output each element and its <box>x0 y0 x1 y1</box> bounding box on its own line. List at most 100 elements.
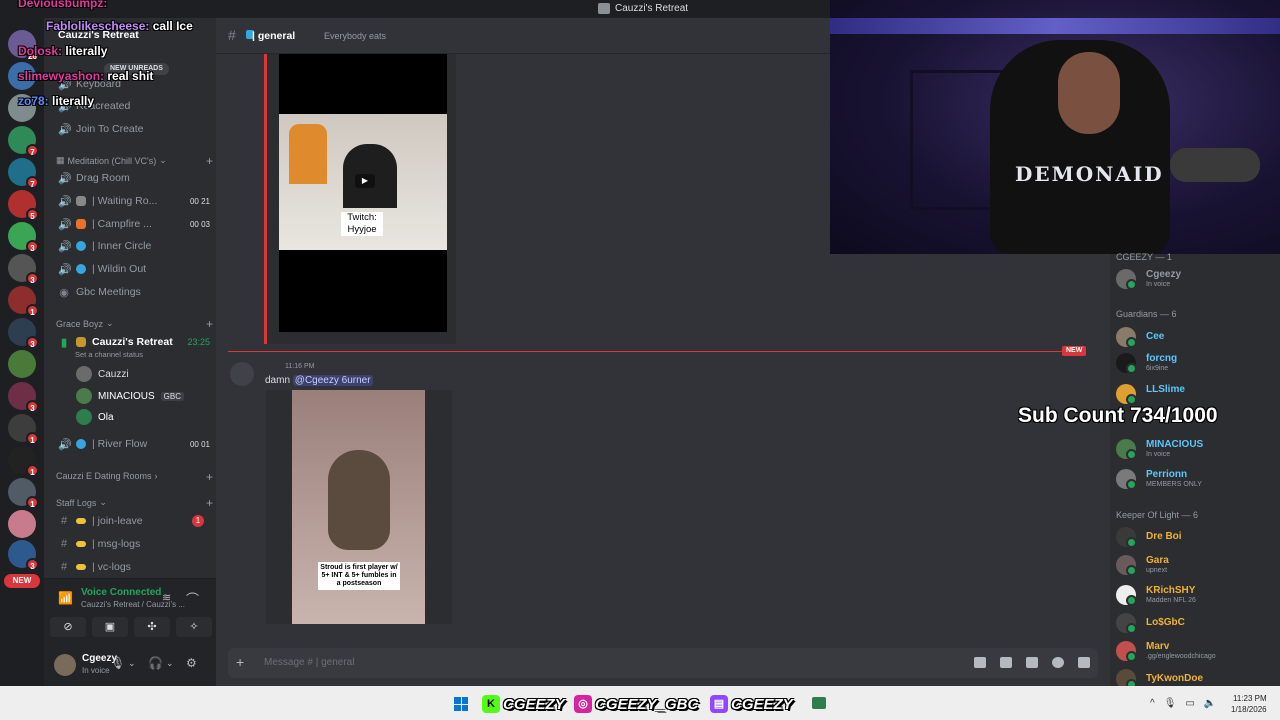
member-minacious[interactable]: MINACIOUS In voice <box>1116 436 1276 462</box>
server-rail: 26 7 7 5 3 3 1 3 3 1 1 1 3 NEW <box>0 18 44 686</box>
channel-vc-logs[interactable]: # | vc-logs <box>58 557 210 577</box>
member-cgeezy[interactable]: Cgeezy In voice <box>1116 266 1276 292</box>
new-servers-pill[interactable]: NEW <box>4 574 40 588</box>
category-staff-logs[interactable]: Staff Logs ⌄ + <box>56 496 213 510</box>
overlay-chat-text: literally <box>52 94 95 108</box>
mic-icon[interactable]: 🎙 <box>1164 698 1177 709</box>
avatar <box>1116 613 1137 634</box>
server-icon-5[interactable]: 7 <box>8 158 39 189</box>
play-icon[interactable]: ▶ <box>355 174 375 188</box>
headphones-icon[interactable]: 🎧 <box>148 656 163 670</box>
voice-connected-label[interactable]: Voice Connected <box>81 587 161 598</box>
server-icon-10[interactable]: 3 <box>8 318 39 349</box>
message-input[interactable]: Message # | general <box>264 657 354 668</box>
user-mention[interactable]: @Cgeezy 6urner <box>292 375 373 386</box>
server-icon-11[interactable] <box>8 350 36 378</box>
server-icon-13[interactable]: 1 <box>8 414 39 445</box>
server-icon-17[interactable]: 3 <box>8 540 39 571</box>
server-icon-8[interactable]: 3 <box>8 254 39 285</box>
noise-suppression-icon[interactable]: ≋ <box>162 591 171 604</box>
channel-inner-circle[interactable]: 🔊 | Inner Circle <box>58 236 210 256</box>
channel-campfire[interactable]: 🔊 | Campfire ... 00 03 <box>58 214 210 234</box>
add-channel-icon[interactable]: + <box>206 317 213 331</box>
voice-user-minacious[interactable]: MINACIOUS GBC <box>76 386 185 406</box>
add-channel-icon[interactable]: + <box>206 154 213 168</box>
video-embed-1[interactable]: ▶ Twitch: Hyyjoe <box>264 54 456 344</box>
chevron-down-icon[interactable]: ⌄ <box>166 658 174 669</box>
channel-msg-logs[interactable]: # | msg-logs <box>58 534 210 554</box>
volume-icon[interactable]: 🔈 <box>1204 698 1216 709</box>
category-grace-boyz[interactable]: Grace Boyz ⌄ + <box>56 317 213 331</box>
kick-handle: K CGEEZY <box>482 694 565 714</box>
sticker-icon[interactable] <box>1026 657 1038 668</box>
avatar[interactable] <box>54 654 76 676</box>
message-composer[interactable]: + Message # | general <box>228 648 1098 678</box>
member-forcng[interactable]: forcng 6ix9ine <box>1116 350 1276 376</box>
mic-icon[interactable]: 🎙 <box>110 656 125 670</box>
clock-date[interactable]: 1/18/2026 <box>1231 705 1267 714</box>
member-cee[interactable]: Cee <box>1116 324 1276 350</box>
channel-join-to-create[interactable]: 🔊 Join To Create <box>58 119 210 139</box>
speaker-icon: 🔊 <box>58 263 72 276</box>
camera-off-button[interactable]: ⊘ <box>50 617 86 637</box>
member-marv[interactable]: Marv .gg/englewoodchicago <box>1116 638 1276 664</box>
channel-join-leave[interactable]: # | join-leave 1 <box>58 511 210 531</box>
server-icon-14[interactable]: 1 <box>8 446 39 477</box>
channel-topic[interactable]: Everybody eats <box>324 31 386 41</box>
channel-cauzzis-retreat[interactable]: ▮ Cauzzi's Retreat 23:25 <box>58 332 210 352</box>
video-caption: Stroud is first player w/ 5+ INT & 5+ fu… <box>318 562 400 590</box>
emoji-icon[interactable] <box>1052 657 1064 668</box>
overlay-chat-user: zo78: <box>18 94 49 108</box>
channel-status-prompt[interactable]: Set a channel status <box>75 350 143 359</box>
chevron-down-icon[interactable]: ⌄ <box>128 658 136 669</box>
clock-time[interactable]: 11:23 PM <box>1233 694 1267 703</box>
avatar[interactable] <box>230 362 254 386</box>
category-dating-rooms[interactable]: Cauzzi E Dating Rooms › + <box>56 470 213 484</box>
activities-button[interactable]: ✣ <box>134 617 170 637</box>
member-perrionn[interactable]: Perrionn MEMBERS ONLY <box>1116 466 1276 492</box>
category-meditation[interactable]: ▦ Meditation (Chill VC's) ⌄ + <box>56 154 213 168</box>
screen-share-button[interactable]: ▣ <box>92 617 128 637</box>
server-icon-9[interactable]: 1 <box>8 286 39 317</box>
member-krichshy[interactable]: KRichSHY Madden NFL 26 <box>1116 582 1276 608</box>
chevron-up-icon[interactable]: ^ <box>1150 698 1155 709</box>
stage-icon: ◉ <box>59 286 69 299</box>
member-gara[interactable]: Gara upnext <box>1116 552 1276 578</box>
display-icon[interactable]: ▭ <box>1185 698 1194 709</box>
gift-icon[interactable] <box>974 657 986 668</box>
message-text: damn @Cgeezy 6urner <box>265 375 373 386</box>
apps-icon[interactable] <box>1078 657 1090 668</box>
server-icon-4[interactable]: 7 <box>8 126 39 157</box>
add-channel-icon[interactable]: + <box>206 496 213 510</box>
signal-icon[interactable]: 📶 <box>58 591 73 605</box>
member-name: Marv <box>1146 641 1170 652</box>
settings-gear-icon[interactable]: ⚙ <box>186 656 197 670</box>
soundboard-button[interactable]: ✧ <box>176 617 212 637</box>
member-dre-boi[interactable]: Dre Boi <box>1116 524 1276 550</box>
video-embed-2[interactable]: Stroud is first player w/ 5+ INT & 5+ fu… <box>266 390 452 624</box>
disconnect-icon[interactable]: ⌒ <box>186 589 199 608</box>
server-badge: 3 <box>26 272 39 285</box>
overlay-chat-line: Fablolikescheese: call Ice <box>46 19 193 33</box>
server-badge: 1 <box>26 304 39 317</box>
channel-waiting-room[interactable]: 🔊 | Waiting Ro... 00 21 <box>58 191 210 211</box>
server-icon-7[interactable]: 3 <box>8 222 39 253</box>
server-icon-6[interactable]: 5 <box>8 190 39 221</box>
windows-start-icon[interactable] <box>454 697 468 711</box>
add-attachment-icon[interactable]: + <box>236 654 244 670</box>
member-losgbc[interactable]: Lo$GbC <box>1116 610 1276 636</box>
server-icon-16[interactable] <box>8 510 36 538</box>
server-icon-15[interactable]: 1 <box>8 478 39 509</box>
gif-icon[interactable] <box>1000 657 1012 668</box>
channel-drag-room[interactable]: 🔊 Drag Room <box>58 168 210 188</box>
server-icon-12[interactable]: 3 <box>8 382 39 413</box>
terminal-app-icon[interactable] <box>812 697 826 709</box>
add-channel-icon[interactable]: + <box>206 470 213 484</box>
channel-wildin-out[interactable]: 🔊 | Wildin Out <box>58 259 210 279</box>
channel-river-flow[interactable]: 🔊 | River Flow 00 01 <box>58 434 210 454</box>
voice-user-cauzzi[interactable]: Cauzzi <box>76 364 129 384</box>
channel-gbc-meetings[interactable]: ◉ Gbc Meetings <box>58 282 210 302</box>
voice-user-ola[interactable]: Ola <box>76 407 114 427</box>
hash-icon: # <box>228 27 236 43</box>
avatar <box>1116 327 1137 348</box>
